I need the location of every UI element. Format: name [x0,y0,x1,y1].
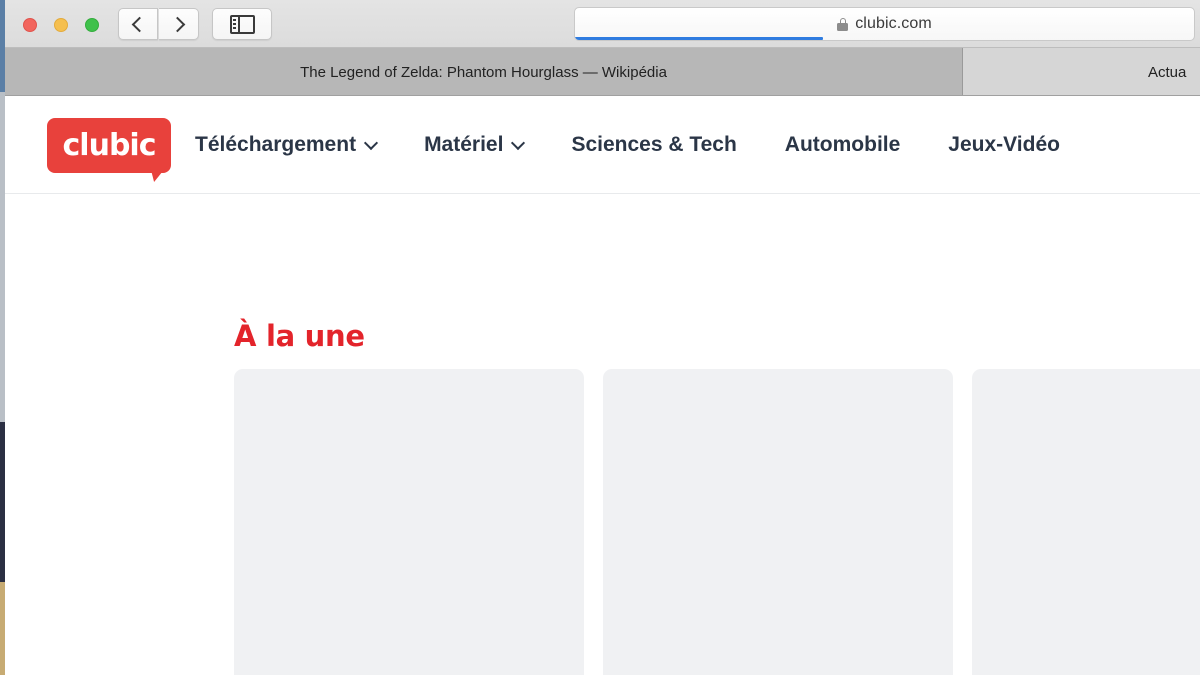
clubic-logo[interactable]: clubic [47,118,171,182]
nav-item-label: Automobile [784,133,901,156]
maximize-window-button[interactable] [85,18,99,32]
chevron-left-icon [131,16,148,32]
background-sliver-segment-lower-mid [0,422,5,582]
nav-item-label: Matériel [424,133,504,156]
page-load-progress-fill [575,37,824,40]
featured-card-placeholder[interactable] [234,369,584,675]
page-load-progress-track [575,37,1194,40]
background-window-sliver [0,0,5,675]
featured-card-placeholder[interactable] [603,369,953,675]
background-sliver-segment-upper-mid [0,92,5,422]
main-navigation: Téléchargement Matériel Sciences & Tech … [195,96,1060,194]
featured-card-placeholder[interactable] [972,369,1200,675]
tab-bar: The Legend of Zelda: Phantom Hourglass —… [5,48,1200,96]
minimize-window-button[interactable] [54,18,68,32]
browser-window: clubic.com The Legend of Zelda: Phantom … [5,0,1200,675]
section-heading-featured: À la une [234,319,365,353]
logo-text: clubic [62,128,157,163]
browser-toolbar: clubic.com [5,0,1200,48]
sidebar-icon-pane [232,16,240,32]
forward-button[interactable] [159,8,199,40]
nav-item-label: Sciences & Tech [571,133,737,156]
nav-item-materiel[interactable]: Matériel [424,133,526,157]
nav-item-label: Téléchargement [195,133,357,156]
address-bar-content: clubic.com [837,15,932,33]
tab-zelda-wikipedia[interactable]: The Legend of Zelda: Phantom Hourglass —… [5,48,963,95]
nav-item-sciences-tech[interactable]: Sciences & Tech [571,133,736,157]
address-bar-domain: clubic.com [855,15,932,32]
address-bar[interactable]: clubic.com [574,7,1195,41]
tab-title: The Legend of Zelda: Phantom Hourglass —… [300,63,667,81]
chevron-right-icon [169,16,185,32]
lock-icon [837,17,849,31]
nav-item-label: Jeux-Vidéo [948,133,1060,156]
nav-item-jeux-video[interactable]: Jeux-Vidéo [948,133,1060,157]
site-header: clubic Téléchargement Matériel Sciences … [5,96,1200,194]
tab-title: Actua [1148,63,1187,81]
background-sliver-segment-top [0,0,5,92]
back-button[interactable] [118,8,158,40]
background-sliver-segment-bottom [0,582,5,675]
nav-item-telechargement[interactable]: Téléchargement [195,133,379,157]
sidebar-icon [229,14,255,34]
tab-clubic-actualites[interactable]: Actua [963,48,1200,95]
sidebar-toggle-button[interactable] [212,8,272,40]
logo-speech-tail [150,166,167,182]
page-viewport: clubic Téléchargement Matériel Sciences … [5,96,1200,675]
chevron-down-icon [363,135,379,150]
featured-card-row [234,369,1200,675]
chevron-down-icon [511,135,526,150]
nav-item-automobile[interactable]: Automobile [785,133,901,157]
close-window-button[interactable] [23,18,37,32]
